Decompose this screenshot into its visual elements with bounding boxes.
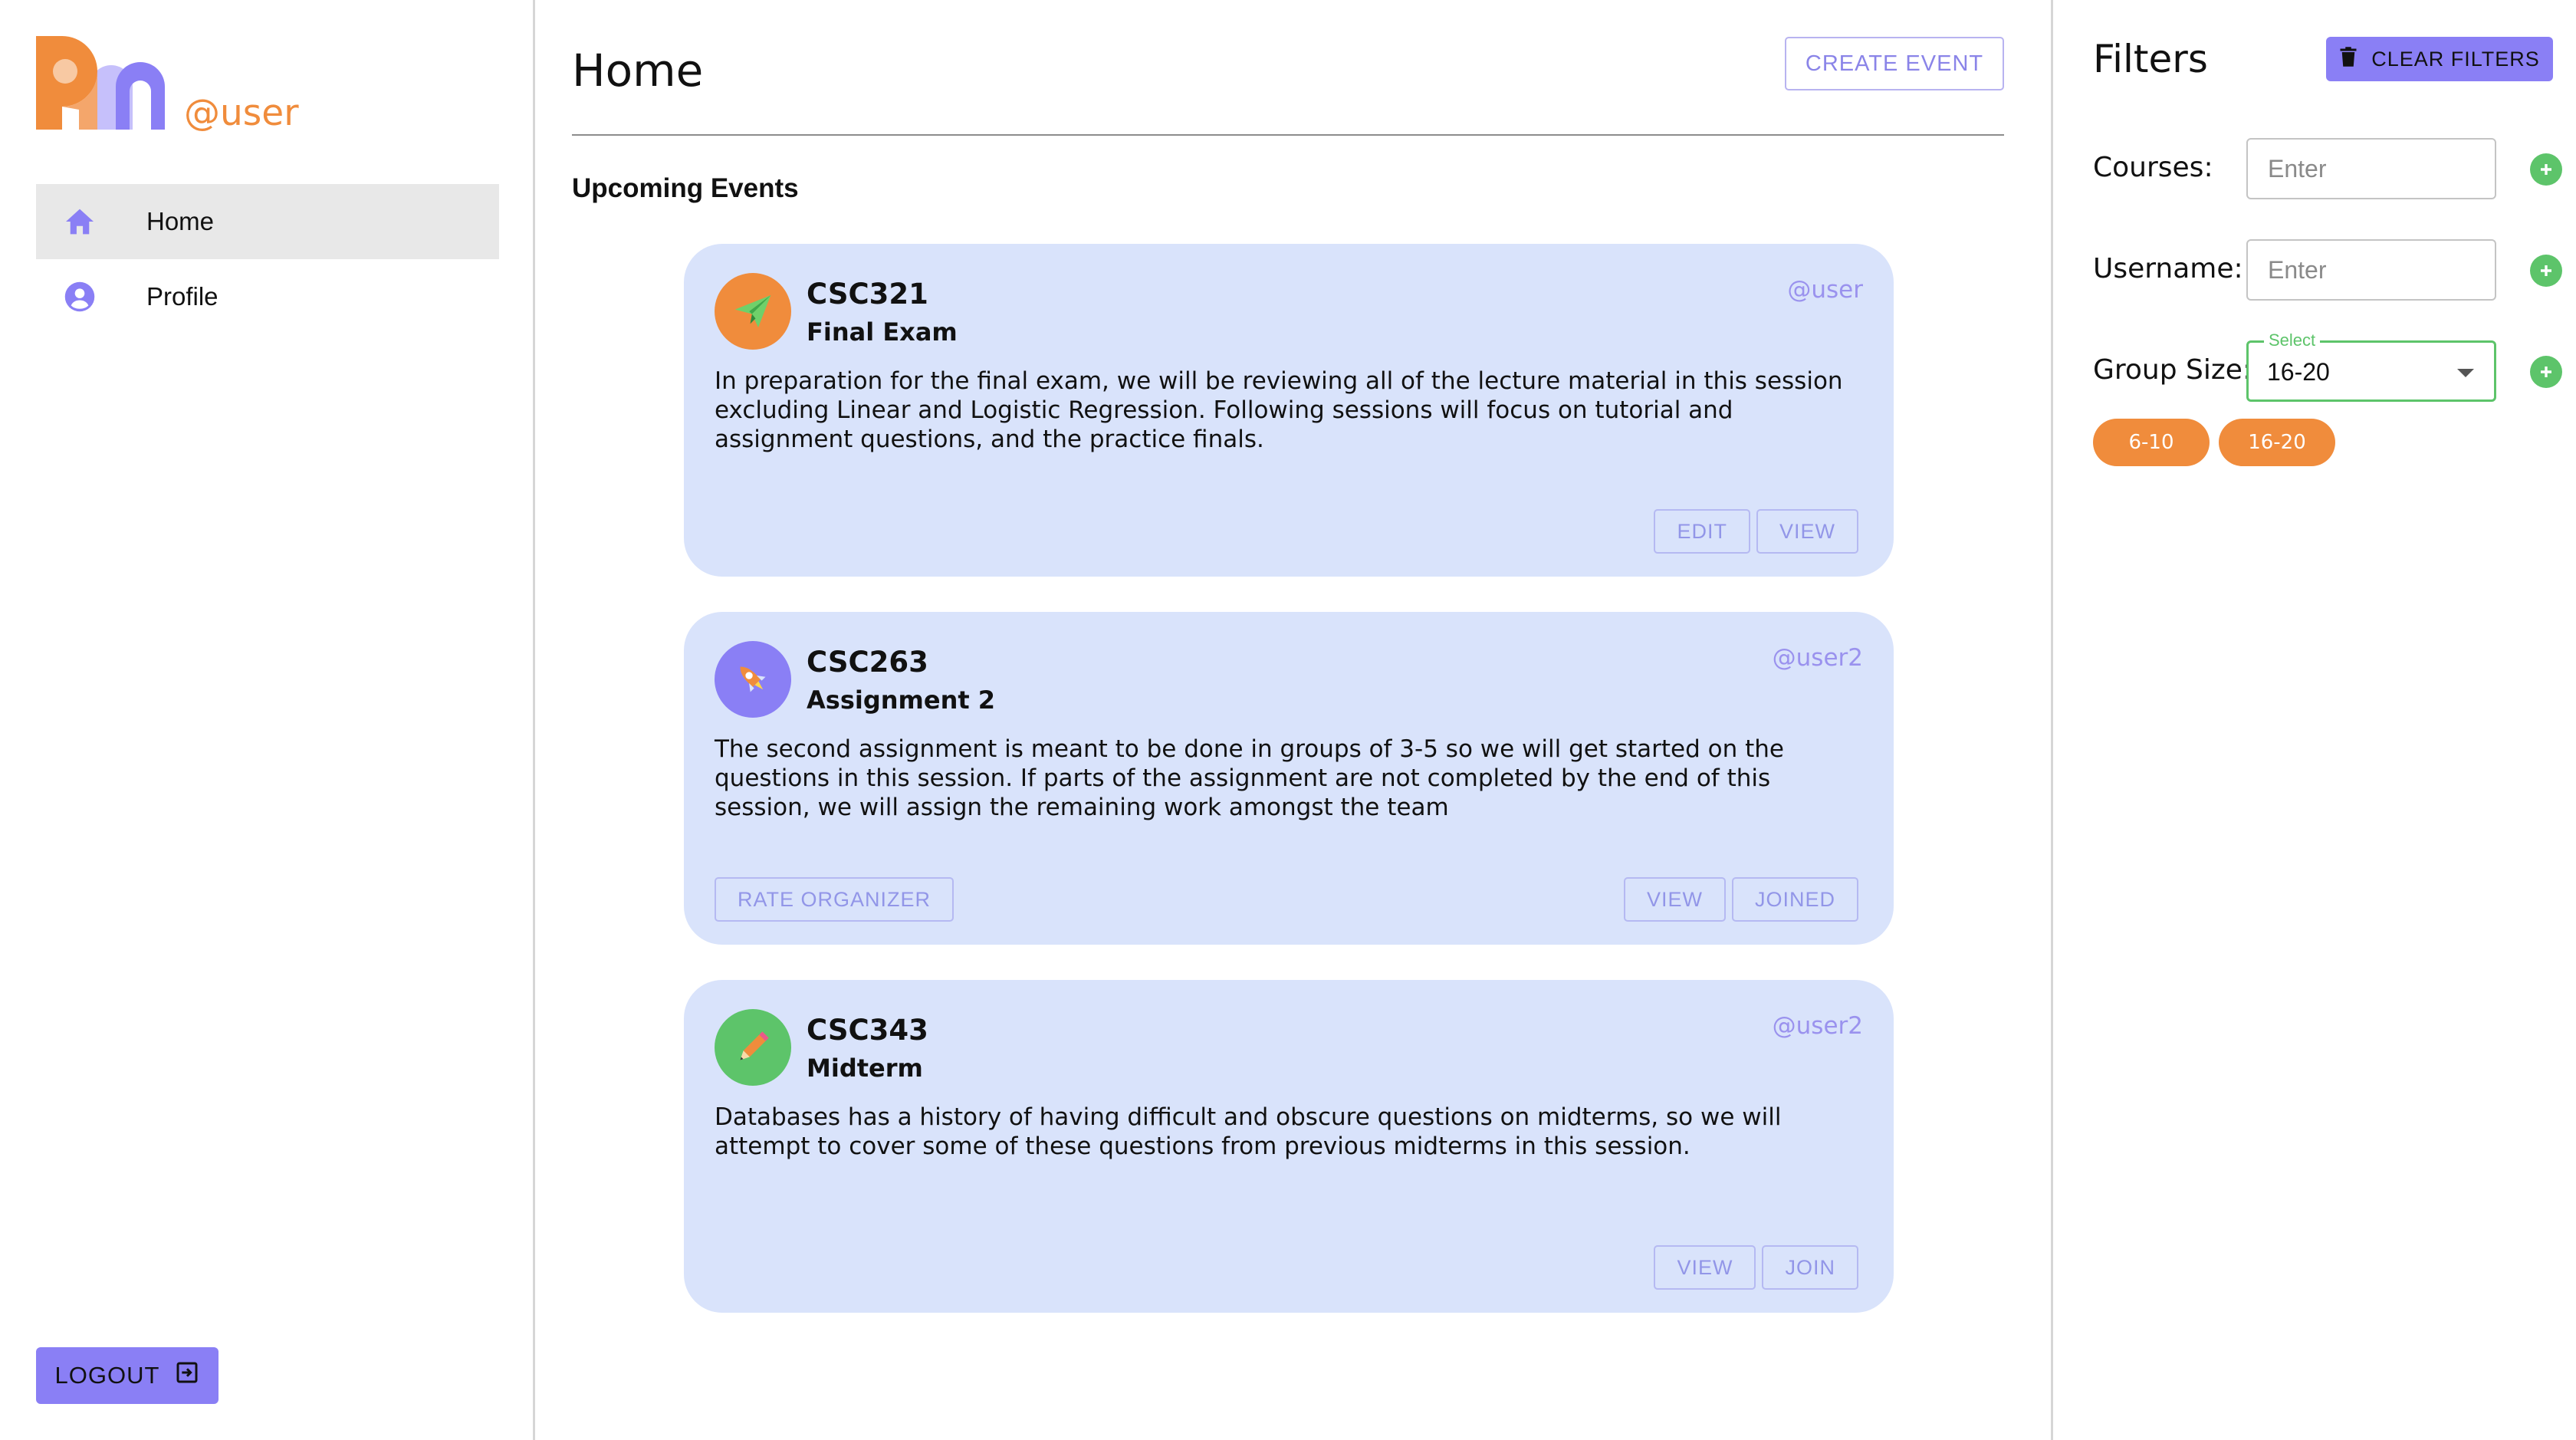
filter-chip[interactable]: 16-20 — [2219, 419, 2335, 466]
event-title: Midterm — [807, 1054, 923, 1083]
joined-button[interactable]: JOINED — [1731, 877, 1858, 922]
sidebar-item-profile[interactable]: Profile — [36, 259, 499, 334]
join-button[interactable]: JOIN — [1762, 1245, 1858, 1290]
add-course-icon[interactable] — [2530, 153, 2562, 186]
app-root: @user Home Profile LOGOUT Home CREATE EV… — [0, 0, 2576, 1440]
logout-button[interactable]: LOGOUT — [36, 1347, 219, 1404]
username-label: Username: — [2093, 253, 2243, 284]
event-title: Assignment 2 — [807, 685, 996, 715]
paper-plane-icon — [715, 273, 791, 350]
filters-title: Filters — [2093, 37, 2208, 81]
section-title: Upcoming Events — [572, 173, 799, 203]
clear-filters-label: CLEAR FILTERS — [2371, 47, 2540, 71]
main-content: Home CREATE EVENT Upcoming Events CSC321… — [535, 0, 2041, 1440]
event-description: The second assignment is meant to be don… — [715, 735, 1784, 821]
event-organizer[interactable]: @user2 — [1773, 1012, 1863, 1040]
header-divider — [572, 134, 2004, 136]
filters-panel: Filters CLEAR FILTERS Courses: Username:… — [2051, 0, 2576, 1440]
add-group-size-icon[interactable] — [2530, 356, 2562, 388]
group-size-legend: Select — [2264, 330, 2321, 350]
edit-button[interactable]: EDIT — [1654, 509, 1750, 554]
trash-icon — [2339, 46, 2358, 73]
exit-icon — [175, 1360, 199, 1391]
home-icon — [62, 204, 97, 239]
event-organizer[interactable]: @user — [1787, 276, 1863, 304]
username-filter: Username: — [2093, 239, 2576, 302]
filter-chip[interactable]: 6-10 — [2093, 419, 2210, 466]
event-card: CSC321 Final Exam @user In preparation f… — [684, 244, 1894, 577]
group-size-filter: Group Size: Select 16-20 — [2093, 330, 2576, 403]
sidebar-item-home[interactable]: Home — [36, 184, 499, 259]
chevron-down-icon — [2457, 369, 2474, 377]
app-logo — [36, 36, 166, 130]
rate-organizer-button[interactable]: RATE ORGANIZER — [715, 877, 955, 922]
event-actions: EDIT VIEW — [1654, 509, 1858, 554]
username-input[interactable] — [2246, 239, 2496, 301]
event-course: CSC321 — [807, 278, 928, 311]
event-organizer[interactable]: @user2 — [1773, 644, 1863, 672]
sidebar-nav: Home Profile — [36, 184, 499, 334]
event-course: CSC263 — [807, 646, 928, 679]
logout-label: LOGOUT — [54, 1362, 160, 1389]
sidebar: @user Home Profile LOGOUT — [0, 0, 535, 1440]
view-button[interactable]: VIEW — [1623, 877, 1726, 922]
clear-filters-button[interactable]: CLEAR FILTERS — [2326, 37, 2553, 81]
event-card: CSC263 Assignment 2 @user2 The second as… — [684, 612, 1894, 945]
event-description: Databases has a history of having diffic… — [715, 1103, 1782, 1160]
pencil-icon — [715, 1009, 791, 1086]
group-size-select[interactable]: Select 16-20 — [2246, 330, 2496, 402]
event-left-actions: RATE ORGANIZER — [715, 877, 955, 922]
page-title: Home — [572, 44, 704, 97]
courses-input[interactable] — [2246, 138, 2496, 199]
group-size-value: 16-20 — [2267, 358, 2330, 386]
event-actions: VIEW JOIN — [1654, 1245, 1858, 1290]
group-size-label: Group Size: — [2093, 354, 2252, 386]
create-event-button[interactable]: CREATE EVENT — [1785, 37, 2004, 90]
courses-filter: Courses: — [2093, 138, 2576, 201]
view-button[interactable]: VIEW — [1756, 509, 1858, 554]
rocket-icon — [715, 641, 791, 718]
sidebar-item-label: Profile — [146, 282, 219, 311]
event-title: Final Exam — [807, 317, 958, 347]
courses-label: Courses: — [2093, 152, 2213, 183]
active-filter-chips: 6-10 16-20 — [2093, 419, 2335, 466]
event-actions: VIEW JOINED — [1623, 877, 1858, 922]
view-button[interactable]: VIEW — [1654, 1245, 1756, 1290]
sidebar-item-label: Home — [146, 207, 215, 235]
event-course: CSC343 — [807, 1014, 928, 1047]
event-description: In preparation for the final exam, we wi… — [715, 367, 1843, 453]
account-circle-icon — [62, 279, 97, 314]
event-card: CSC343 Midterm @user2 Databases has a hi… — [684, 980, 1894, 1313]
sidebar-username: @user — [184, 92, 299, 134]
add-username-icon[interactable] — [2530, 255, 2562, 287]
